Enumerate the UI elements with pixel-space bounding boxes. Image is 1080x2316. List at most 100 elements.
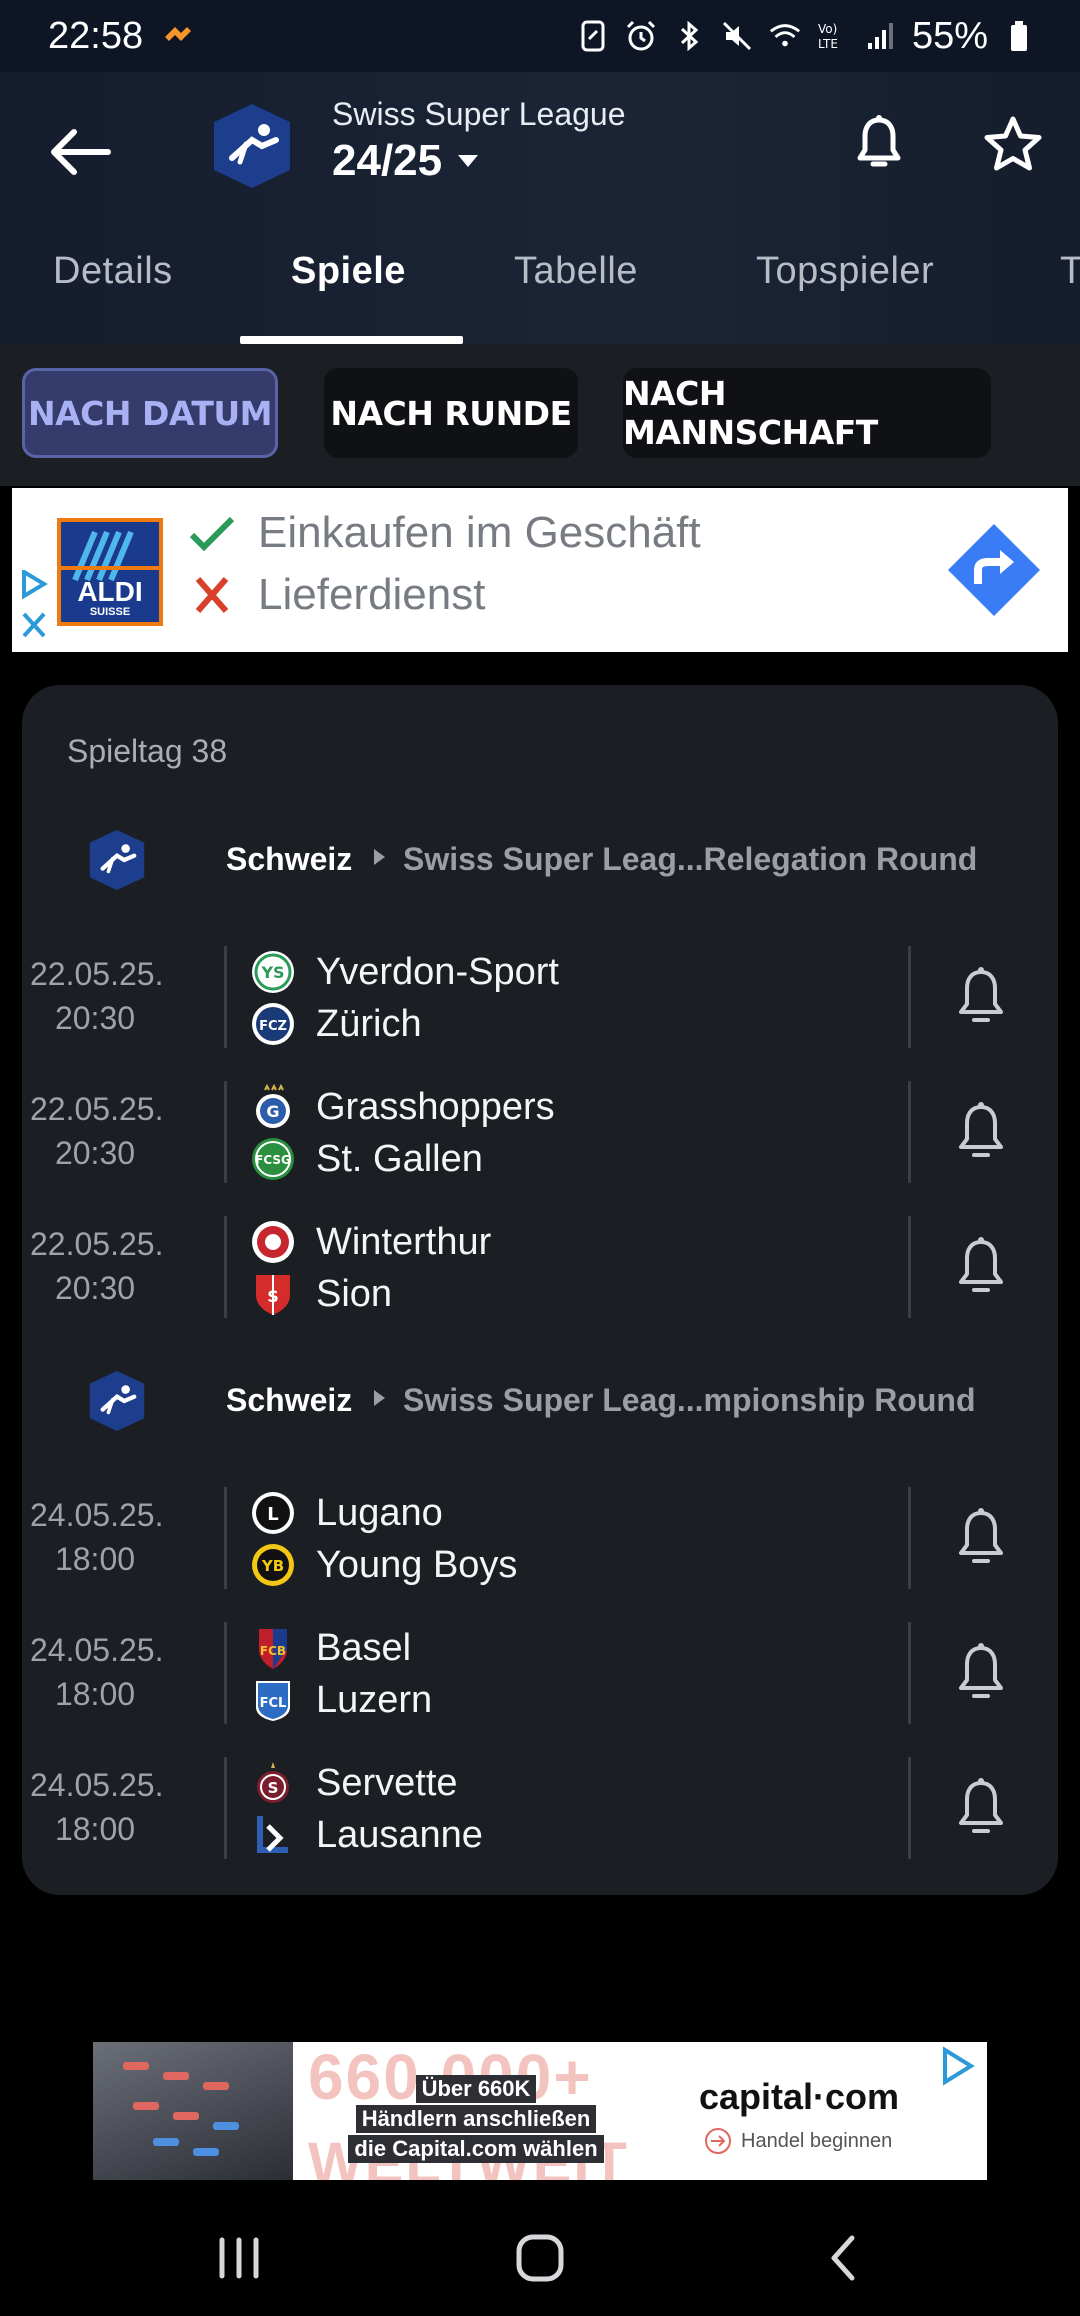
svg-text:FCSG: FCSG: [255, 1153, 291, 1167]
away-team-name: Young Boys: [316, 1543, 518, 1586]
ad-brand: capital·com: [699, 2076, 900, 2117]
ad-cta[interactable]: Handel beginnen: [703, 2126, 892, 2156]
home-button[interactable]: [505, 2226, 575, 2290]
home-team: Winterthur: [250, 1216, 491, 1268]
svg-text:Vo): Vo): [818, 22, 837, 36]
mute-icon: [720, 19, 754, 53]
match-time: 18:00: [54, 1811, 136, 1847]
tab-tabelle[interactable]: Tabelle: [514, 250, 638, 293]
match-row[interactable]: 22.05.25. 20:30 Winterthur S Sion: [22, 1216, 1058, 1318]
home-team: YS Yverdon-Sport: [250, 946, 559, 998]
match-bell-icon[interactable]: [954, 1507, 1008, 1569]
away-team-name: Zürich: [316, 1002, 422, 1045]
active-tab-indicator: [240, 336, 463, 344]
match-time: 18:00: [54, 1541, 136, 1577]
competition-header[interactable]: Schweiz Swiss Super Leag...Relegation Ro…: [22, 815, 1058, 905]
ad-cta-label: Handel beginnen: [741, 2129, 893, 2152]
basel-logo-icon: FCB: [259, 1629, 287, 1669]
ad-banner-bottom[interactable]: 660.000+ WELTWEIT Über 660K Händlern ans…: [93, 2042, 987, 2180]
ad-choices-icon[interactable]: [18, 570, 50, 642]
svg-text:S: S: [267, 1287, 279, 1306]
caret-down-icon: [458, 155, 479, 167]
tab-bar: Details Spiele Tabelle Topspieler T: [0, 220, 1080, 344]
match-row[interactable]: 24.05.25. 18:00 FCB Basel FCL Luzern: [22, 1622, 1058, 1724]
filter-by-round[interactable]: NACH RUNDE: [324, 368, 578, 458]
svg-text:FCB: FCB: [260, 1644, 286, 1658]
match-datetime: 22.05.25. 20:30: [30, 952, 164, 1040]
system-back-button[interactable]: [808, 2226, 878, 2290]
match-date: 22.05.25.: [30, 956, 164, 992]
competition-header[interactable]: Schweiz Swiss Super Leag...mpionship Rou…: [22, 1356, 1058, 1446]
status-time: 22:58: [48, 14, 144, 57]
ad-line-no: Lieferdienst: [188, 570, 485, 620]
match-row[interactable]: 22.05.25. 20:30 G Grasshoppers FCSG St. G…: [22, 1081, 1058, 1183]
match-date: 24.05.25.: [30, 1767, 164, 1803]
check-icon: [189, 516, 235, 552]
notifications-button[interactable]: [842, 104, 916, 184]
tab-topspieler[interactable]: Topspieler: [756, 250, 934, 293]
arrow-left-icon: [51, 129, 111, 175]
luzern-logo-icon: FCL: [256, 1681, 290, 1721]
competition-country: Schweiz: [226, 1382, 353, 1418]
filter-by-team[interactable]: NACH MANNSCHAFT: [623, 368, 991, 458]
match-bell-icon[interactable]: [954, 1642, 1008, 1704]
volte-icon: Vo) LTE: [816, 19, 850, 53]
lugano-logo-icon: L: [252, 1492, 294, 1534]
away-team: FCZ Zürich: [250, 998, 422, 1050]
favorite-button[interactable]: [975, 106, 1051, 182]
ad-line-yes: Einkaufen im Geschäft: [188, 508, 701, 558]
home-team: S Servette: [250, 1757, 458, 1809]
svg-text:FCL: FCL: [260, 1696, 287, 1711]
ad-directions-button[interactable]: [946, 522, 1042, 618]
back-button[interactable]: [40, 112, 120, 192]
home-team: G Grasshoppers: [250, 1081, 555, 1133]
filter-bar: NACH DATUM NACH RUNDE NACH MANNSCHAFT: [0, 344, 1080, 486]
season-selector[interactable]: 24/25: [332, 136, 480, 186]
league-logo-icon: [89, 1370, 145, 1432]
tab-details[interactable]: Details: [53, 250, 173, 293]
grasshoppers-logo-icon: G: [256, 1084, 290, 1128]
match-bell-icon[interactable]: [954, 1101, 1008, 1163]
match-time: 20:30: [54, 1000, 136, 1036]
cross-icon: [195, 577, 229, 613]
status-left: 22:58: [48, 15, 195, 58]
divider: [908, 1622, 911, 1724]
young-boys-logo-icon: YB: [252, 1544, 294, 1586]
match-bell-icon[interactable]: [954, 966, 1008, 1028]
match-row[interactable]: 24.05.25. 18:00 L Lugano YB Young Boys: [22, 1487, 1058, 1589]
aldi-logo: ALDI SUISSE: [57, 518, 163, 626]
home-team-name: Winterthur: [316, 1220, 492, 1263]
tab-more[interactable]: T: [1060, 250, 1080, 293]
svg-text:YB: YB: [261, 1557, 284, 1575]
recents-button[interactable]: [204, 2226, 274, 2290]
competition-name: Swiss Super Leag...mpionship Round: [403, 1382, 976, 1418]
battery-icon: [1002, 19, 1036, 53]
caret-right-icon: [374, 849, 385, 865]
fixtures-card: Spieltag 38 Schweiz Swiss Super Leag...R…: [22, 685, 1058, 1895]
away-team-name: Luzern: [316, 1678, 433, 1721]
ad-headline: Über 660K Händlern anschließen die Capit…: [333, 2074, 619, 2164]
tab-spiele[interactable]: Spiele: [291, 250, 406, 293]
aldi-wordmark: ALDI: [77, 576, 143, 607]
match-datetime: 24.05.25. 18:00: [30, 1628, 163, 1716]
match-row[interactable]: 24.05.25. 18:00 S Servette Lausanne: [22, 1757, 1058, 1859]
bell-icon: [857, 115, 901, 167]
match-row[interactable]: 22.05.25. 20:30 YS Yverdon-Sport FCZ Züri…: [22, 946, 1058, 1048]
status-bar: 22:58 Vo) LTE 55%: [0, 0, 1080, 72]
match-bell-icon[interactable]: [954, 1236, 1008, 1298]
ad-choices-icon[interactable]: [937, 2046, 979, 2086]
filter-by-date[interactable]: NACH DATUM: [22, 368, 278, 458]
ad-headline-line-2: Händlern anschließen: [355, 2105, 597, 2133]
svg-text:G: G: [266, 1102, 279, 1121]
ad-banner-top[interactable]: ALDI SUISSE Einkaufen im Geschäft Liefer…: [12, 488, 1068, 652]
status-right: Vo) LTE 55%: [576, 15, 1036, 58]
league-name: Swiss Super League: [332, 96, 626, 132]
battery-percent: 55%: [911, 14, 988, 57]
match-bell-icon[interactable]: [954, 1777, 1008, 1839]
winterthur-logo-icon: [252, 1221, 294, 1263]
divider: [224, 1487, 227, 1589]
match-time: 18:00: [54, 1676, 136, 1712]
match-datetime: 24.05.25. 18:00: [30, 1493, 163, 1581]
st-gallen-logo-icon: FCSG: [252, 1138, 294, 1180]
signal-icon: [864, 19, 898, 53]
